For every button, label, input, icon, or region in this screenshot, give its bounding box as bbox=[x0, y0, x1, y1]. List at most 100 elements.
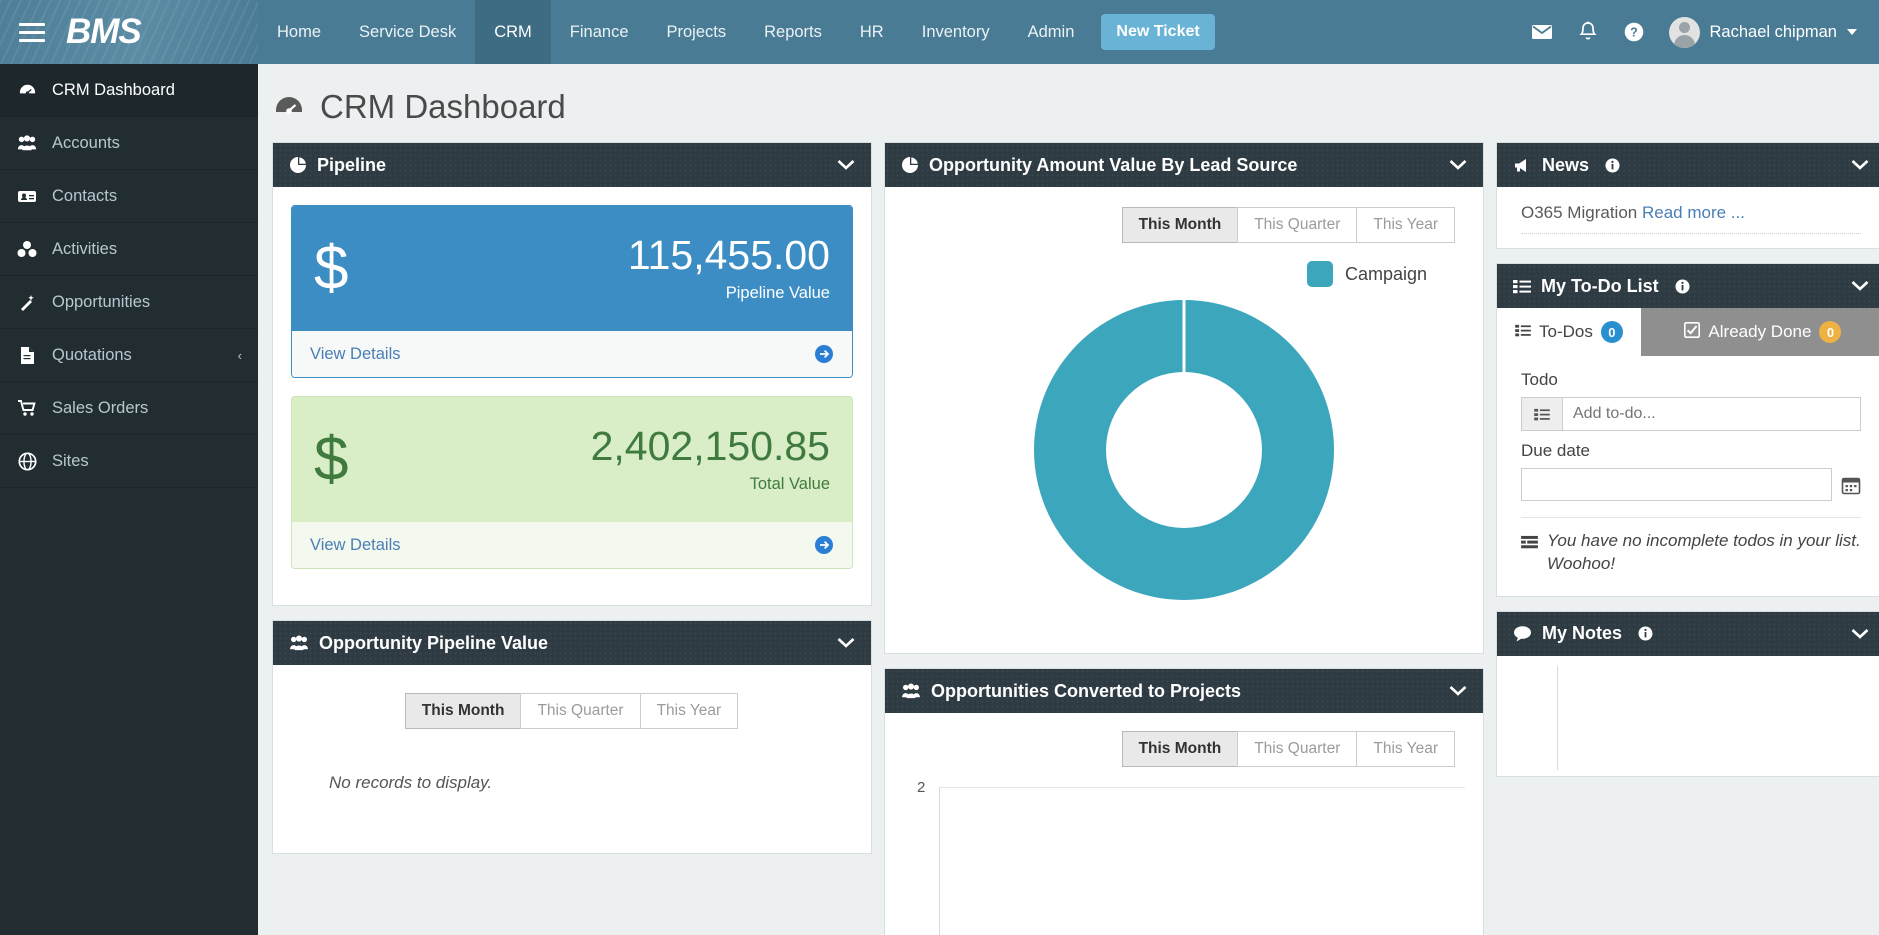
envelope-icon[interactable] bbox=[1519, 0, 1565, 64]
tab-already-done[interactable]: Already Done 0 bbox=[1640, 308, 1879, 356]
panel-title: Opportunity Amount Value By Lead Source bbox=[929, 154, 1298, 175]
chevron-left-icon[interactable]: ‹ bbox=[238, 348, 242, 363]
tab-this-year[interactable]: This Year bbox=[639, 693, 739, 729]
tab-this-year[interactable]: This Year bbox=[1356, 731, 1455, 767]
notes-panel-body[interactable] bbox=[1497, 656, 1879, 776]
view-details-label: View Details bbox=[310, 535, 401, 554]
total-value-card-body: $ 2,402,150.85 Total Value bbox=[292, 397, 852, 522]
info-icon[interactable] bbox=[1675, 279, 1841, 294]
lead-source-body: This Month This Quarter This Year Campai… bbox=[885, 187, 1483, 653]
magic-wand-icon bbox=[16, 293, 38, 312]
news-headline: O365 Migration bbox=[1521, 203, 1638, 222]
converted-projects-header: Opportunities Converted to Projects bbox=[885, 669, 1483, 713]
chevron-down-icon[interactable] bbox=[1449, 685, 1467, 697]
nav-item-reports[interactable]: Reports bbox=[745, 0, 841, 64]
dollar-icon: $ bbox=[314, 424, 349, 494]
chevron-down-icon[interactable] bbox=[1851, 628, 1869, 640]
bell-icon[interactable] bbox=[1565, 0, 1611, 64]
chevron-down-icon[interactable] bbox=[1449, 159, 1467, 171]
legend-swatch-campaign bbox=[1306, 261, 1333, 287]
tab-todos-label: To-Dos bbox=[1539, 322, 1593, 341]
sidebar-item-accounts[interactable]: Accounts bbox=[0, 117, 258, 170]
tab-this-month[interactable]: This Month bbox=[404, 693, 522, 729]
converted-period-tabs: This Month This Quarter This Year bbox=[903, 731, 1465, 767]
new-ticket-button[interactable]: New Ticket bbox=[1101, 14, 1215, 50]
tab-this-month[interactable]: This Month bbox=[1121, 731, 1239, 767]
todo-panel: My To-Do List To-Dos 0 Already Done 0 To… bbox=[1496, 263, 1879, 597]
due-date-input[interactable] bbox=[1521, 468, 1832, 501]
todo-empty-message: You have no incomplete todos in your lis… bbox=[1547, 531, 1861, 573]
app-logo[interactable]: BMS bbox=[66, 12, 142, 52]
info-icon[interactable] bbox=[1638, 626, 1841, 641]
converted-projects-panel: Opportunities Converted to Projects This… bbox=[884, 668, 1484, 935]
sidebar-item-sales-orders[interactable]: Sales Orders bbox=[0, 382, 258, 435]
y-axis-tick: 2 bbox=[917, 779, 926, 796]
tab-this-year[interactable]: This Year bbox=[1356, 207, 1455, 243]
view-details-label: View Details bbox=[310, 344, 401, 363]
arrow-circle-right-icon bbox=[814, 535, 834, 555]
svg-text:?: ? bbox=[1630, 26, 1638, 40]
todo-panel-header: My To-Do List bbox=[1497, 264, 1879, 308]
pipeline-value-amount: 115,455.00 bbox=[627, 232, 830, 279]
tab-this-month[interactable]: This Month bbox=[1121, 207, 1239, 243]
pipeline-value-label: Pipeline Value bbox=[725, 283, 830, 302]
calendar-icon[interactable] bbox=[1841, 475, 1861, 495]
nav-item-finance[interactable]: Finance bbox=[551, 0, 648, 64]
tab-todos[interactable]: To-Dos 0 bbox=[1497, 308, 1641, 356]
chart-legend: Campaign bbox=[1306, 261, 1427, 287]
list-icon[interactable] bbox=[1521, 397, 1563, 431]
nav-item-projects[interactable]: Projects bbox=[648, 0, 746, 64]
sidebar-item-crm-dashboard[interactable]: CRM Dashboard bbox=[0, 64, 258, 117]
comment-icon bbox=[1513, 625, 1532, 642]
sidebar-item-opportunities[interactable]: Opportunities bbox=[0, 276, 258, 329]
news-read-more-link[interactable]: Read more ... bbox=[1642, 203, 1745, 222]
page-title-text: CRM Dashboard bbox=[320, 88, 566, 125]
chevron-down-icon[interactable] bbox=[1851, 280, 1869, 292]
lead-source-donut-chart: Campaign bbox=[885, 253, 1483, 643]
user-menu[interactable]: Rachael chipman bbox=[1668, 16, 1857, 48]
dollar-icon: $ bbox=[314, 233, 349, 303]
pipeline-panel-body: $ 115,455.00 Pipeline Value View Details bbox=[273, 187, 871, 605]
dashboard-icon bbox=[16, 81, 38, 100]
users-icon bbox=[901, 683, 921, 699]
question-circle-icon[interactable]: ? bbox=[1611, 0, 1657, 64]
sidebar-item-activities[interactable]: Activities bbox=[0, 223, 258, 276]
chevron-down-icon[interactable] bbox=[837, 637, 855, 649]
total-value-amount: 2,402,150.85 bbox=[590, 423, 830, 470]
nav-item-service-desk[interactable]: Service Desk bbox=[340, 0, 475, 64]
nav-item-crm[interactable]: CRM bbox=[475, 0, 551, 64]
pie-chart-icon bbox=[289, 156, 307, 174]
info-icon[interactable] bbox=[1605, 158, 1841, 173]
nav-item-home[interactable]: Home bbox=[258, 0, 340, 64]
chevron-down-icon[interactable] bbox=[1851, 159, 1869, 171]
tab-already-done-label: Already Done bbox=[1708, 322, 1812, 341]
nav-item-hr[interactable]: HR bbox=[841, 0, 903, 64]
total-view-details-link[interactable]: View Details bbox=[292, 522, 852, 568]
panel-title: My Notes bbox=[1542, 623, 1623, 644]
tab-this-quarter[interactable]: This Quarter bbox=[520, 693, 641, 729]
todo-input-group bbox=[1521, 397, 1861, 431]
todo-empty-state: You have no incomplete todos in your lis… bbox=[1497, 518, 1879, 596]
panel-title: My To-Do List bbox=[1541, 275, 1659, 296]
pie-chart-icon bbox=[901, 156, 919, 174]
tab-this-quarter[interactable]: This Quarter bbox=[1237, 207, 1358, 243]
todo-input[interactable] bbox=[1563, 397, 1861, 431]
nav-item-inventory[interactable]: Inventory bbox=[903, 0, 1009, 64]
total-value-block: 2,402,150.85 Total Value bbox=[591, 425, 830, 493]
address-book-icon bbox=[16, 188, 38, 205]
chevron-down-icon[interactable] bbox=[837, 159, 855, 171]
list-icon bbox=[1521, 533, 1538, 576]
sidebar-item-sites[interactable]: Sites bbox=[0, 435, 258, 488]
sidebar-item-quotations[interactable]: Quotations ‹ bbox=[0, 329, 258, 382]
topbar-actions: ? Rachael chipman bbox=[1519, 0, 1879, 64]
tab-this-quarter[interactable]: This Quarter bbox=[1237, 731, 1358, 767]
hamburger-icon[interactable] bbox=[6, 22, 58, 42]
sidebar-item-contacts[interactable]: Contacts bbox=[0, 170, 258, 223]
nav-item-admin[interactable]: Admin bbox=[1009, 0, 1094, 64]
file-icon bbox=[16, 346, 38, 365]
main-nav: Home Service Desk CRM Finance Projects R… bbox=[258, 0, 1519, 64]
donut-svg bbox=[1034, 300, 1334, 600]
pipeline-panel-header: Pipeline bbox=[273, 143, 871, 187]
notes-margin-rule bbox=[1557, 665, 1558, 770]
pipeline-view-details-link[interactable]: View Details bbox=[292, 331, 852, 377]
